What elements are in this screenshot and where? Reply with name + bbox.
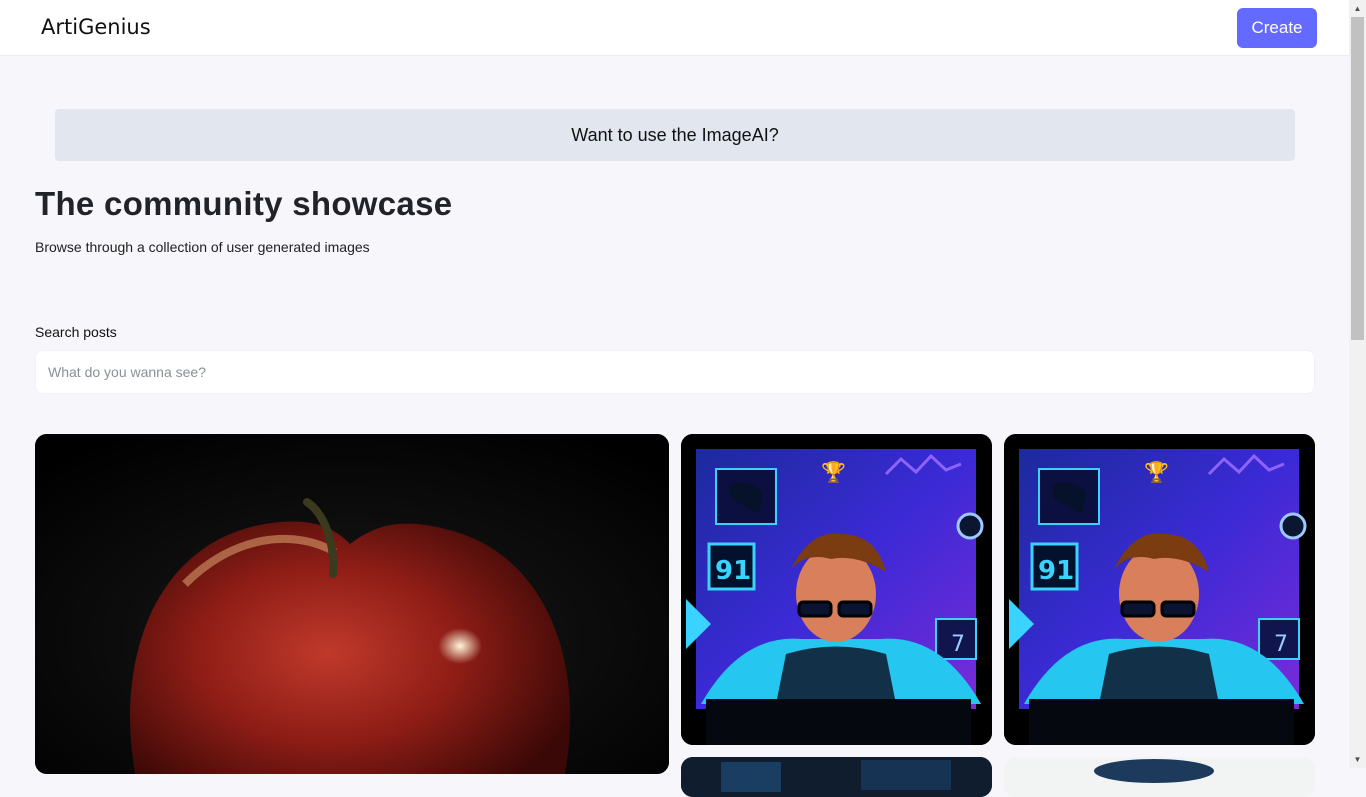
gallery-card-cyberpunk-2[interactable]: 🏆 91 7 [1004,434,1315,745]
page-subtitle: Browse through a collection of user gene… [35,239,370,255]
page-title: The community showcase [35,185,453,222]
page-scrollbar[interactable]: ▲ ▼ [1349,0,1366,768]
svg-text:🏆: 🏆 [821,460,846,484]
search-label: Search posts [35,324,117,340]
scrollbar-thumb[interactable] [1351,17,1364,340]
scroll-down-arrow-icon[interactable]: ▼ [1349,751,1366,768]
apple-image [35,434,669,774]
pale-scene-image [1004,757,1315,797]
gallery-card-apple[interactable] [35,434,669,774]
svg-text:91: 91 [715,556,751,586]
gallery-card-pale[interactable] [1004,757,1315,797]
svg-text:7: 7 [951,632,965,657]
svg-text:7: 7 [1274,632,1288,657]
site-logo[interactable]: ArtiGenius [41,15,151,39]
scroll-up-arrow-icon[interactable]: ▲ [1349,0,1366,17]
gallery-card-cyberpunk-1[interactable]: 🏆 91 7 [681,434,992,745]
cyberpunk-image: 🏆 91 7 [1004,434,1315,745]
svg-text:91: 91 [1038,556,1074,586]
svg-text:🏆: 🏆 [1144,460,1169,484]
imageai-banner[interactable]: Want to use the ImageAI? [55,109,1295,161]
blue-scene-image [681,757,992,797]
cyberpunk-image: 🏆 91 7 [681,434,992,745]
search-input[interactable] [35,350,1315,394]
gallery-card-blue[interactable] [681,757,992,797]
create-button[interactable]: Create [1237,8,1317,48]
top-navbar: ArtiGenius Create [0,0,1349,56]
